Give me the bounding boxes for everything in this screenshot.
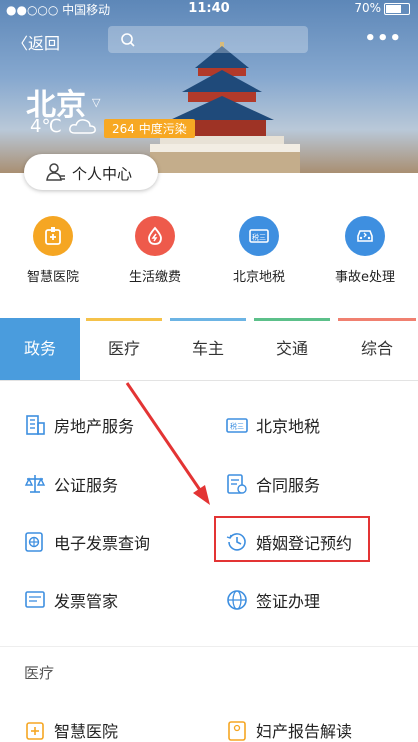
service-label: 智慧医院 [26,270,79,285]
scale-icon [24,475,46,493]
chevron-left-icon: 〈 [12,34,29,53]
tab-color-bar [254,318,330,321]
service-icon-bg: 税三 [239,216,279,256]
utility-icon [148,226,162,245]
more-menu-button[interactable]: ••• [364,28,402,49]
temple-of-heaven-image [150,42,300,173]
item-label: 电子发票查询 [54,534,151,553]
svg-text:税三: 税三 [230,422,244,431]
cloud-icon [69,119,96,134]
tab-label: 交通 [275,339,308,358]
city-banner: ●●○○○ 中国移动 11:40 70% 〈返回 ••• 北京 ▽ 4℃ 264… [0,0,418,173]
building-icon [26,415,45,435]
caret-down-icon[interactable]: ▽ [92,96,100,109]
service-smart-hospital[interactable]: 智慧医院 [8,216,98,285]
tab-color-bar [86,318,162,321]
search-bar[interactable] [108,26,308,53]
highlight-box [214,516,370,562]
item-label: 合同服务 [256,476,321,495]
item-label: 北京地税 [256,417,321,436]
hospital-icon [26,722,44,740]
svg-text:税三: 税三 [252,233,266,242]
service-label: 事故e处理 [335,270,395,285]
service-beijing-tax[interactable]: 税三 北京地税 [214,216,304,285]
car-accident-icon [357,230,373,242]
personal-center-label: 个人中心 [72,165,133,183]
service-utility-payment[interactable]: 生活缴费 [110,216,200,285]
tab-label: 政务 [23,339,56,358]
item-label: 房地产服务 [54,417,135,436]
item-label: 妇产报告解读 [256,722,353,741]
tax-icon: 税三 [226,418,248,433]
service-accident-handling[interactable]: 事故e处理 [320,216,410,285]
item-label: 发票管家 [54,592,119,611]
air-quality-badge: 264 中度污染 [104,119,195,138]
service-icon-bg [33,216,73,256]
invoice-icon [25,591,45,608]
service-label: 生活缴费 [128,270,181,285]
report-icon [228,721,246,741]
globe-icon [227,590,247,610]
battery-icon [384,2,410,15]
hospital-icon [45,227,61,245]
section-divider [0,646,418,647]
personal-center-button[interactable]: 个人中心 [24,154,158,190]
tab-car-owner[interactable]: 车主 [168,318,248,380]
item-label: 智慧医院 [54,722,119,741]
temperature: 4℃ [30,116,62,137]
item-label: 签证办理 [256,592,321,611]
back-button[interactable]: 〈返回 [12,30,60,54]
tab-color-bar [338,318,416,321]
tab-transport[interactable]: 交通 [252,318,332,380]
tab-label: 车主 [191,339,224,358]
battery-indicator: 70% [354,1,410,15]
service-label: 北京地税 [232,270,285,285]
tax-icon: 税三 [249,229,269,243]
service-icon-bg [345,216,385,256]
user-icon [46,163,65,181]
search-icon [121,33,135,47]
tab-label: 综合 [360,339,393,358]
invoice-query-icon [25,532,43,552]
tab-government[interactable]: 政务 [0,318,80,380]
status-bar: ●●○○○ 中国移动 11:40 70% [0,0,418,18]
category-tabs: 政务 医疗 车主 交通 综合 [0,318,418,381]
back-label: 返回 [28,34,61,53]
tab-medical[interactable]: 医疗 [84,318,164,380]
tab-general[interactable]: 综合 [336,318,418,380]
section-title-medical: 医疗 [24,664,55,682]
item-label: 公证服务 [54,476,119,495]
battery-percent: 70% [354,1,381,15]
tab-color-bar [170,318,246,321]
contract-icon [227,474,247,494]
tab-label: 医疗 [107,339,140,358]
service-icon-bg [135,216,175,256]
